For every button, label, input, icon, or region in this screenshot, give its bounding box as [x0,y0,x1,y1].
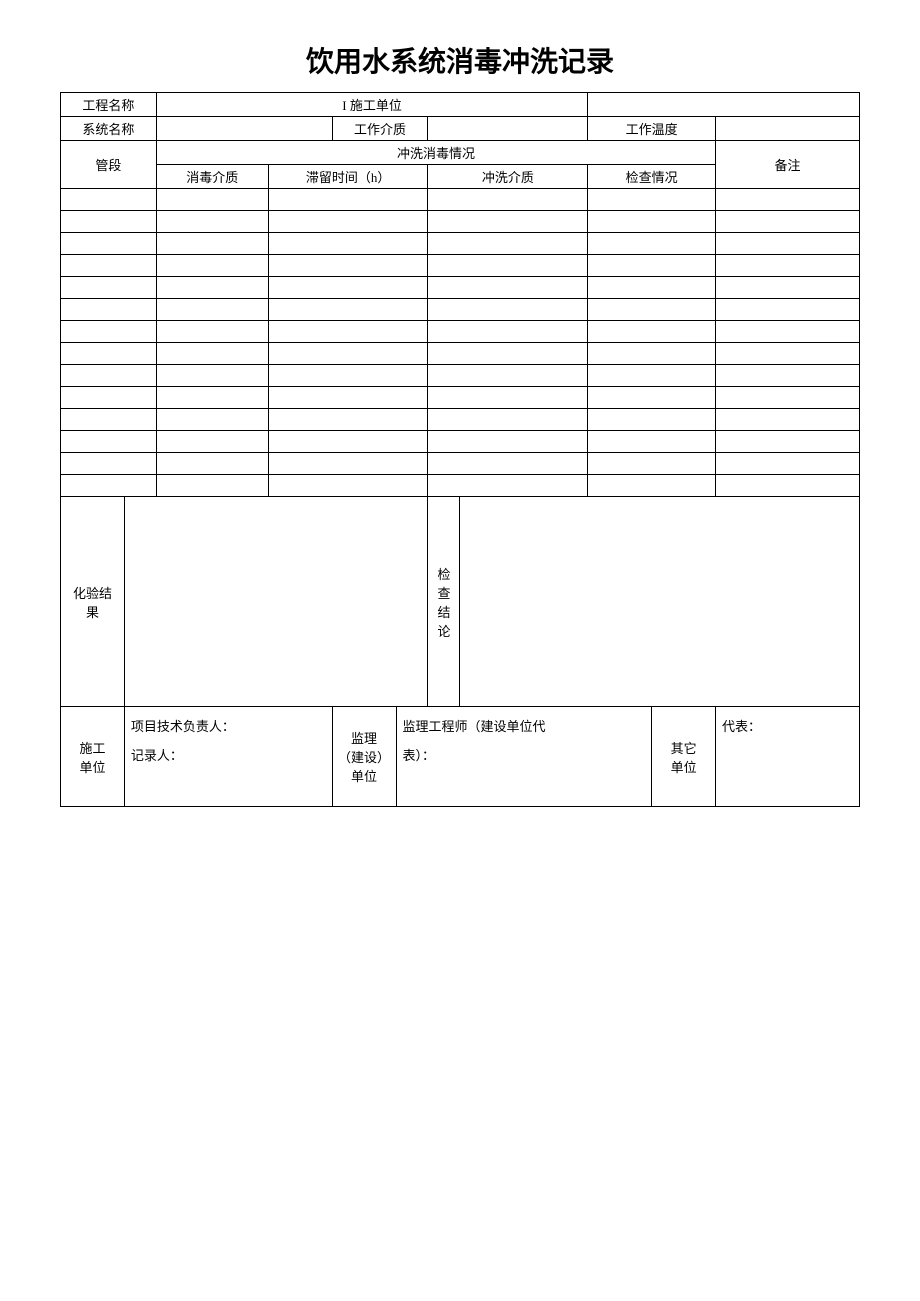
table-row [61,387,860,409]
table-row [61,321,860,343]
other-unit-sign-label: 其它 单位 [652,707,716,807]
flush-situation-header: 冲洗消毒情况 [156,141,715,165]
construction-unit-sign-label: 施工 单位 [61,707,125,807]
system-name-value[interactable] [156,117,332,141]
retention-time-header: 滞留时间（h） [268,165,428,189]
table-row [61,475,860,497]
check-conclusion-label: 检查 结论 [428,497,460,707]
table-row [61,211,860,233]
test-result-value[interactable] [124,497,428,707]
other-unit-sign-content[interactable]: 代表： [716,707,860,807]
project-name-label: 工程名称 [61,93,157,117]
table-row [61,431,860,453]
test-result-label: 化验结 果 [61,497,125,707]
working-temp-label: 工作温度 [588,117,716,141]
remark-header: 备注 [716,141,860,189]
project-name-value[interactable]: I 施工单位 [156,93,587,117]
construction-unit-value[interactable] [588,93,860,117]
disinfection-medium-header: 消毒介质 [156,165,268,189]
working-medium-label: 工作介质 [332,117,428,141]
working-temp-value[interactable] [716,117,860,141]
system-name-label: 系统名称 [61,117,157,141]
pipe-section-header: 管段 [61,141,157,189]
record-table: 工程名称 I 施工单位 系统名称 工作介质 工作温度 管段 冲洗消毒情况 备注 … [60,92,860,807]
supervision-unit-sign-label: 监理 （建设） 单位 [332,707,396,807]
table-row [61,453,860,475]
table-row [61,277,860,299]
table-row [61,189,860,211]
check-situation-header: 检查情况 [588,165,716,189]
construction-unit-sign-content[interactable]: 项目技术负责人： 记录人： [124,707,332,807]
table-row [61,233,860,255]
flush-medium-header: 冲洗介质 [428,165,588,189]
table-row [61,343,860,365]
supervision-unit-sign-content[interactable]: 监理工程师（建设单位代 表）： [396,707,652,807]
table-row [61,255,860,277]
page-title: 饮用水系统消毒冲洗记录 [60,40,860,80]
table-row [61,409,860,431]
table-row [61,365,860,387]
table-row [61,299,860,321]
working-medium-value[interactable] [428,117,588,141]
check-conclusion-value[interactable] [460,497,860,707]
